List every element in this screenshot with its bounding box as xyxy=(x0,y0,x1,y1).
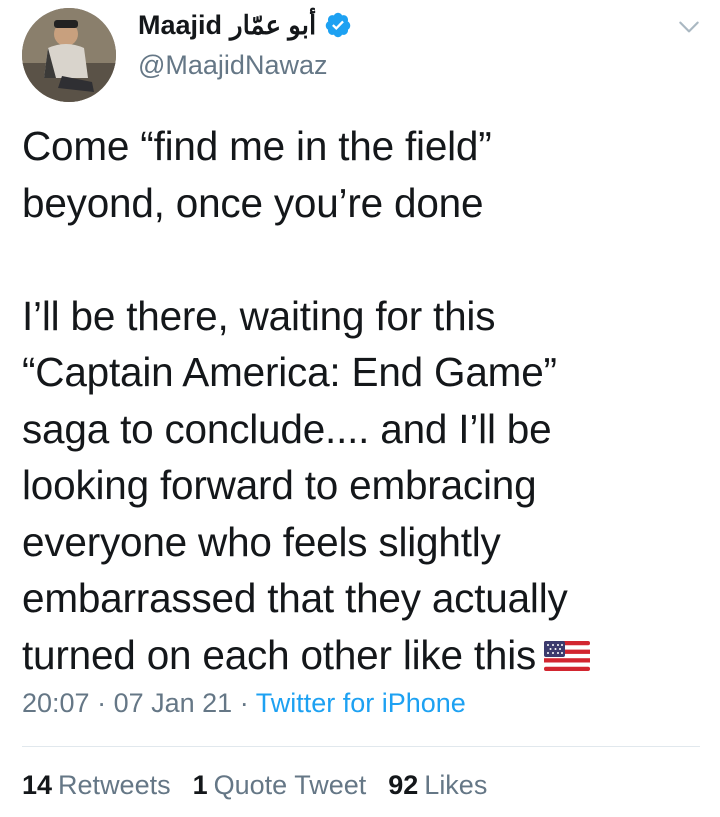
retweets-count: 14 xyxy=(22,770,53,800)
tweet-text: Come “find me in the field” beyond, once… xyxy=(22,123,568,678)
verified-badge-icon xyxy=(325,12,351,38)
quote-tweets-count: 1 xyxy=(192,770,208,800)
meta-separator: · xyxy=(89,688,114,718)
retweets-label: Retweets xyxy=(58,770,171,800)
quote-tweets-label: Quote Tweet xyxy=(213,770,367,800)
divider xyxy=(22,746,700,747)
author-display-name[interactable]: Maajid xyxy=(138,10,222,41)
likes-stat[interactable]: 92 Likes xyxy=(388,770,487,801)
tweet-time[interactable]: 20:07 xyxy=(22,688,90,718)
author-name-row[interactable]: Maajid أبو عمّار xyxy=(138,8,352,42)
quote-tweets-stat[interactable]: 1 Quote Tweet xyxy=(193,770,367,801)
likes-label: Likes xyxy=(424,770,488,800)
avatar-photo xyxy=(22,8,116,102)
author-arabic-name[interactable]: أبو عمّار xyxy=(230,10,316,41)
tweet-body: Come “find me in the field” beyond, once… xyxy=(22,118,692,683)
author-handle[interactable]: @MaajidNawaz xyxy=(138,50,327,81)
tweet-source-link[interactable]: Twitter for iPhone xyxy=(256,688,466,718)
likes-count: 92 xyxy=(388,770,419,800)
profile-avatar[interactable] xyxy=(22,8,116,102)
us-flag-icon xyxy=(544,640,591,671)
tweet-stats: 14 Retweets 1 Quote Tweet 92 Likes xyxy=(22,770,487,801)
tweet-date[interactable]: 07 Jan 21 xyxy=(114,688,233,718)
tweet-meta: 20:07 · 07 Jan 21 · Twitter for iPhone xyxy=(22,688,466,719)
chevron-down-icon[interactable] xyxy=(676,14,702,40)
meta-separator: · xyxy=(232,688,256,718)
retweets-stat[interactable]: 14 Retweets xyxy=(22,770,171,801)
